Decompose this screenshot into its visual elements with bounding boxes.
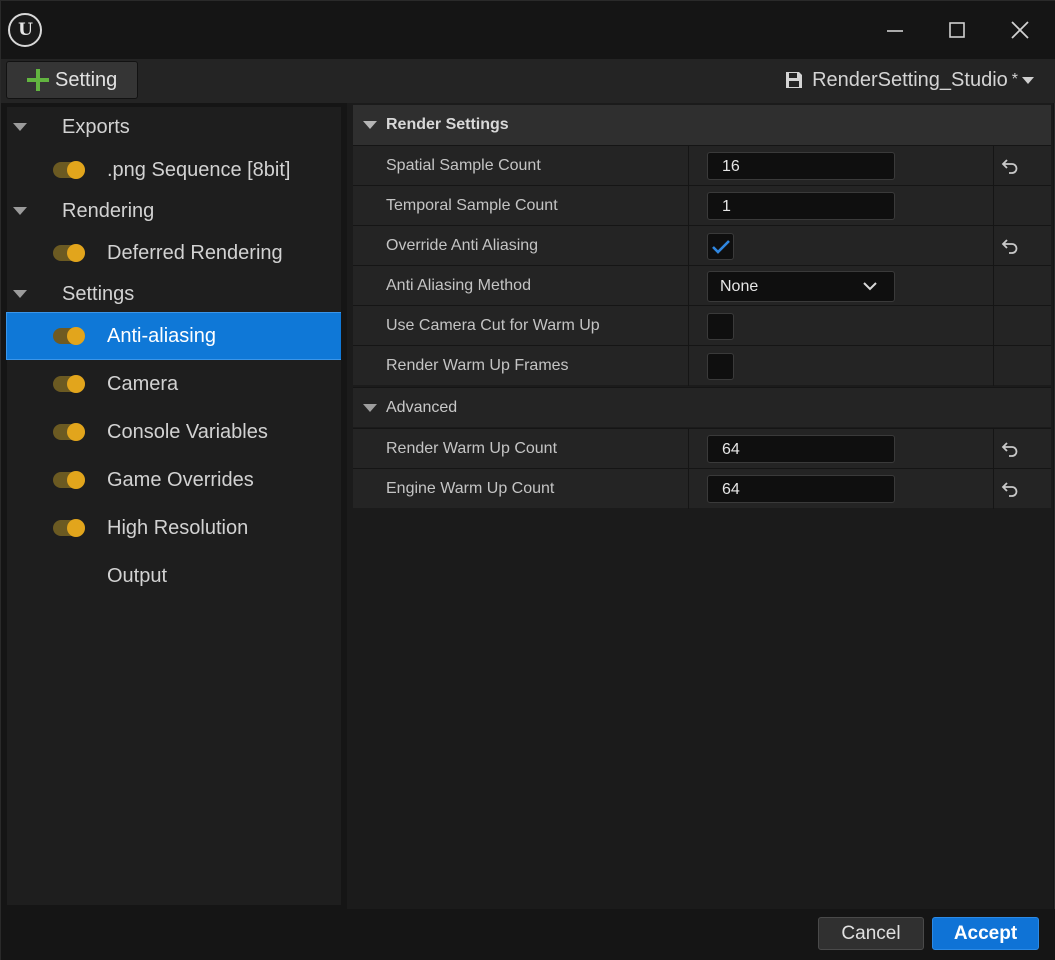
engine-warm-up-count-input[interactable]: 64: [707, 475, 895, 503]
prop-override-anti-aliasing: Override Anti Aliasing: [353, 225, 1051, 266]
enable-toggle[interactable]: [53, 375, 85, 393]
group-rendering[interactable]: Rendering: [7, 191, 341, 231]
prop-use-camera-cut-for-warm-up: Use Camera Cut for Warm Up: [353, 305, 1051, 346]
prop-label: Render Warm Up Count: [386, 440, 558, 457]
prop-anti-aliasing-method: Anti Aliasing Method None: [353, 265, 1051, 306]
render-warm-up-frames-checkbox[interactable]: [707, 353, 734, 380]
render-warm-up-count-input[interactable]: 64: [707, 435, 895, 463]
section-render-settings[interactable]: Render Settings: [353, 105, 1051, 145]
anti-aliasing-method-select[interactable]: None: [707, 271, 895, 302]
add-setting-button[interactable]: Setting: [6, 61, 138, 99]
temporal-sample-count-input[interactable]: 1: [707, 192, 895, 220]
enable-toggle[interactable]: [53, 423, 85, 441]
collapse-arrow-icon[interactable]: [363, 403, 377, 412]
prop-label: Use Camera Cut for Warm Up: [386, 317, 600, 334]
checkmark-icon: [712, 240, 730, 254]
group-exports[interactable]: Exports: [7, 107, 341, 147]
tree-item-png-sequence[interactable]: .png Sequence [8bit]: [7, 147, 341, 193]
prop-label: Override Anti Aliasing: [386, 237, 539, 254]
title-bar: U: [1, 1, 1055, 59]
use-camera-cut-checkbox[interactable]: [707, 313, 734, 340]
reset-to-default-icon[interactable]: [1000, 439, 1020, 459]
modified-marker: *: [1011, 71, 1018, 88]
add-setting-label: Setting: [55, 68, 118, 91]
close-icon: [1011, 21, 1029, 39]
group-settings[interactable]: Settings: [7, 274, 341, 314]
maximize-button[interactable]: [940, 13, 974, 47]
movie-render-settings-window: U Setting RenderSetting_Studio * Exports…: [0, 0, 1055, 960]
reset-to-default-icon[interactable]: [1000, 479, 1020, 499]
tree-item-label: Game Overrides: [107, 468, 254, 491]
override-anti-aliasing-checkbox[interactable]: [707, 233, 734, 260]
group-label: Settings: [62, 282, 135, 305]
tree-item-camera[interactable]: Camera: [7, 361, 341, 407]
enable-toggle[interactable]: [53, 161, 85, 179]
tree-item-label: Output: [107, 564, 168, 587]
settings-tree: Exports .png Sequence [8bit] Rendering D…: [6, 107, 342, 905]
enable-toggle[interactable]: [53, 327, 85, 345]
group-label: Exports: [62, 115, 130, 138]
prop-label: Render Warm Up Frames: [386, 357, 569, 374]
expand-arrow-icon[interactable]: [13, 123, 27, 131]
reset-to-default-icon[interactable]: [1000, 236, 1020, 256]
prop-engine-warm-up-count: Engine Warm Up Count 64: [353, 468, 1051, 509]
preset-name: RenderSetting_Studio: [812, 68, 1008, 91]
prop-spatial-sample-count: Spatial Sample Count 16: [353, 145, 1051, 186]
tree-item-label: .png Sequence [8bit]: [107, 158, 291, 181]
chevron-down-icon: [1022, 76, 1034, 84]
section-advanced[interactable]: Advanced: [353, 387, 1051, 427]
maximize-icon: [949, 22, 965, 38]
expand-arrow-icon[interactable]: [13, 207, 27, 215]
tree-item-label: High Resolution: [107, 516, 249, 539]
prop-label: Engine Warm Up Count: [386, 480, 555, 497]
group-label: Rendering: [62, 199, 155, 222]
enable-toggle[interactable]: [53, 471, 85, 489]
tree-item-console-variables[interactable]: Console Variables: [7, 409, 341, 455]
spatial-sample-count-input[interactable]: 16: [707, 152, 895, 180]
tree-item-label: Camera: [107, 372, 179, 395]
prop-label: Anti Aliasing Method: [386, 277, 531, 294]
plus-icon: [27, 69, 49, 91]
cancel-button[interactable]: Cancel: [818, 917, 924, 950]
prop-label: Spatial Sample Count: [386, 157, 541, 174]
tree-item-label: Anti-aliasing: [107, 324, 216, 347]
section-title: Render Settings: [386, 116, 509, 133]
dialog-footer: Cancel Accept: [1, 909, 1055, 960]
prop-label: Temporal Sample Count: [386, 197, 558, 214]
tree-item-label: Deferred Rendering: [107, 241, 283, 264]
minimize-icon: [887, 30, 903, 32]
tree-item-high-resolution[interactable]: High Resolution: [7, 505, 341, 551]
select-value: None: [720, 278, 759, 295]
prop-render-warm-up-frames: Render Warm Up Frames: [353, 345, 1051, 386]
tree-item-game-overrides[interactable]: Game Overrides: [7, 457, 341, 503]
close-button[interactable]: [1003, 13, 1037, 47]
tree-item-deferred-rendering[interactable]: Deferred Rendering: [7, 230, 341, 276]
unreal-logo-icon: U: [8, 13, 42, 47]
minimize-button[interactable]: [878, 13, 912, 47]
enable-toggle[interactable]: [53, 244, 85, 262]
chevron-down-icon: [863, 282, 877, 291]
preset-dropdown[interactable]: RenderSetting_Studio *: [784, 59, 1034, 101]
tree-item-label: Console Variables: [107, 420, 268, 443]
expand-arrow-icon[interactable]: [13, 290, 27, 298]
prop-temporal-sample-count: Temporal Sample Count 1: [353, 185, 1051, 226]
enable-toggle[interactable]: [53, 519, 85, 537]
collapse-arrow-icon[interactable]: [363, 121, 377, 129]
save-disk-icon: [786, 72, 803, 88]
toolbar: Setting RenderSetting_Studio *: [1, 59, 1055, 103]
reset-to-default-icon[interactable]: [1000, 156, 1020, 176]
accept-button[interactable]: Accept: [932, 917, 1039, 950]
section-title: Advanced: [386, 398, 458, 416]
prop-render-warm-up-count: Render Warm Up Count 64: [353, 428, 1051, 469]
tree-item-output[interactable]: Output: [7, 553, 341, 599]
details-panel: Render Settings Spatial Sample Count 16 …: [347, 103, 1053, 909]
tree-item-anti-aliasing[interactable]: Anti-aliasing: [6, 312, 342, 360]
